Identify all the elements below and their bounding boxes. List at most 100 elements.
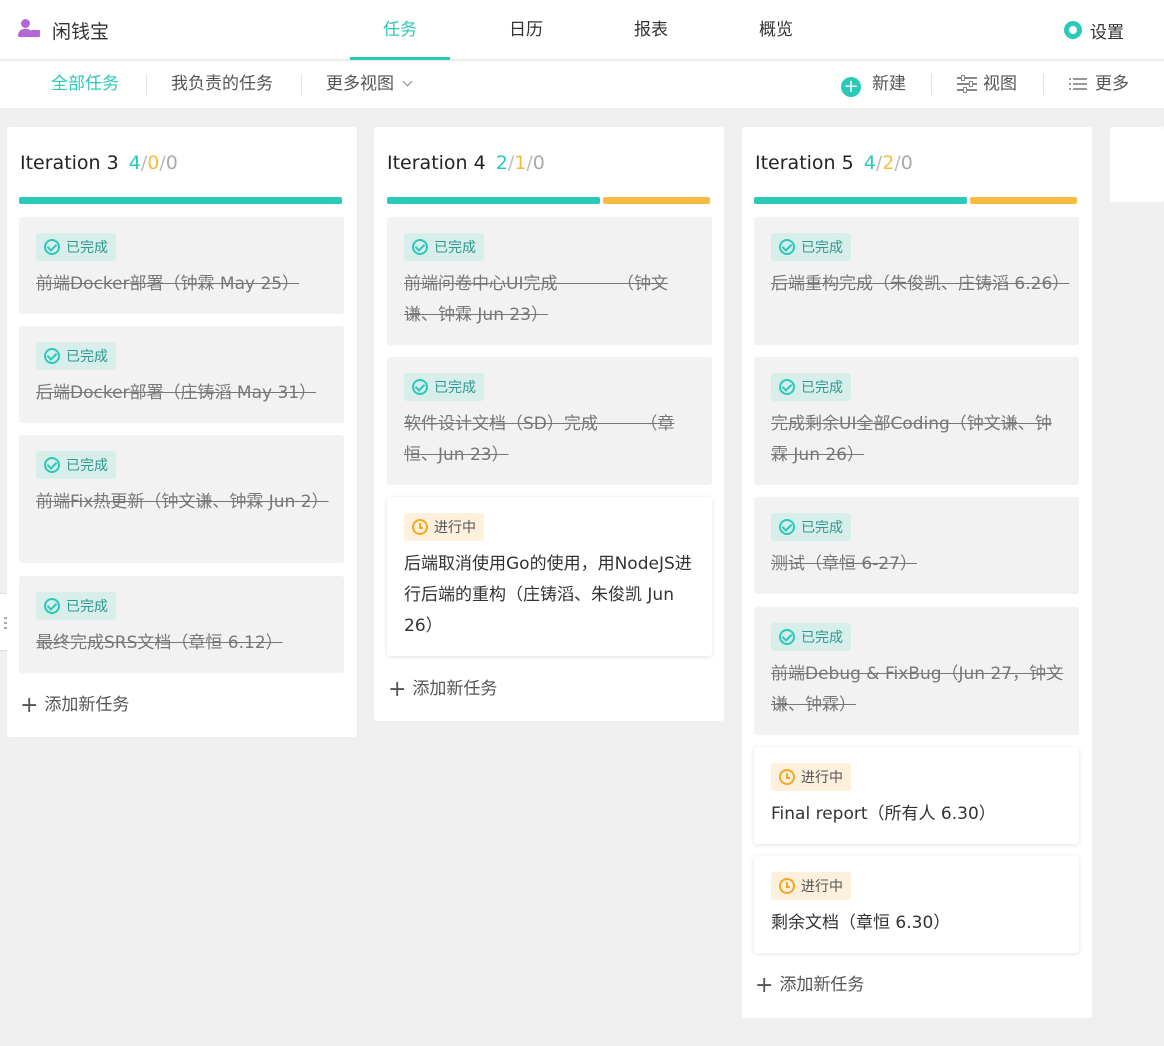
progress-bar xyxy=(387,197,710,204)
status-badge: 已完成 xyxy=(36,342,116,370)
divider xyxy=(931,74,932,95)
in-progress-count: 2 xyxy=(882,152,895,174)
task-card[interactable]: 已完成 后端Docker部署（庄铸滔 May 31） xyxy=(19,326,344,423)
plus-icon: + xyxy=(388,677,407,702)
user-briefcase-icon xyxy=(18,18,42,42)
sliders-icon xyxy=(957,75,977,93)
tab-reports[interactable]: 报表 xyxy=(601,0,701,60)
progress-bar xyxy=(754,197,1077,204)
my-tasks-view[interactable]: 我负责的任务 xyxy=(171,61,273,108)
next-column-stub xyxy=(1110,127,1164,202)
sub-nav-bar: 全部任务 我负责的任务 更多视图 + 新建 视图 更多 xyxy=(0,61,1164,108)
status-badge: 已完成 xyxy=(36,592,116,620)
check-circle-icon xyxy=(779,629,795,645)
done-count: 2 xyxy=(495,152,508,174)
status-badge: 已完成 xyxy=(771,233,851,261)
settings-label: 设置 xyxy=(1090,22,1124,43)
task-card[interactable]: 已完成 前端Docker部署（钟霖 May 25） xyxy=(19,217,344,314)
task-card[interactable]: 已完成 前端Fix热更新（钟文谦、钟霖 Jun 2） xyxy=(19,435,344,563)
iteration-column: Iteration 4 2/1/0 已完成 前端问卷中心UI完成 （钟文谦、钟霖 … xyxy=(374,127,724,721)
task-card[interactable]: 已完成 后端重构完成（朱俊凯、庄铸滔 6.26） xyxy=(754,217,1079,345)
status-badge: 进行中 xyxy=(771,872,851,900)
status-badge: 已完成 xyxy=(36,451,116,479)
divider xyxy=(1043,74,1044,95)
more-views-label: 更多视图 xyxy=(326,74,394,94)
task-counts: 4/0/0 xyxy=(128,152,178,174)
in-progress-count: 0 xyxy=(147,152,160,174)
todo-count: 0 xyxy=(900,152,913,174)
status-badge: 进行中 xyxy=(771,763,851,791)
progress-in-progress xyxy=(603,197,710,204)
plus-icon: + xyxy=(20,693,39,718)
status-badge: 已完成 xyxy=(771,513,851,541)
task-card[interactable]: 进行中 剩余文档（章恒 6.30） xyxy=(754,856,1079,953)
in-progress-count: 1 xyxy=(514,152,527,174)
divider xyxy=(146,74,147,95)
status-badge: 已完成 xyxy=(36,233,116,261)
check-circle-icon xyxy=(44,457,60,473)
progress-in-progress xyxy=(970,197,1077,204)
check-circle-icon xyxy=(779,239,795,255)
task-title: 剩余文档（章恒 6.30） xyxy=(771,913,951,933)
column-header[interactable]: Iteration 5 4/2/0 xyxy=(755,152,913,174)
todo-count: 0 xyxy=(532,152,545,174)
todo-count: 0 xyxy=(165,152,178,174)
done-count: 4 xyxy=(128,152,141,174)
more-button[interactable]: 更多 xyxy=(1069,61,1129,108)
progress-done xyxy=(754,197,967,204)
column-header[interactable]: Iteration 4 2/1/0 xyxy=(387,152,545,174)
view-settings-button[interactable]: 视图 xyxy=(957,61,1017,108)
task-counts: 4/2/0 xyxy=(863,152,913,174)
divider xyxy=(301,74,302,95)
task-card[interactable]: 进行中 后端取消使用Go的使用，用NodeJS进行后端的重构（庄铸滔、朱俊凯 J… xyxy=(387,497,712,656)
column-header[interactable]: Iteration 3 4/0/0 xyxy=(20,152,178,174)
check-circle-icon xyxy=(412,239,428,255)
check-circle-icon xyxy=(44,348,60,364)
task-title: 后端重构完成（朱俊凯、庄铸滔 6.26） xyxy=(771,274,1070,294)
gear-icon xyxy=(1064,21,1082,39)
task-title: 测试（章恒 6-27） xyxy=(771,554,917,574)
task-card[interactable]: 进行中 Final report（所有人 6.30） xyxy=(754,747,1079,844)
done-count: 4 xyxy=(863,152,876,174)
task-title: 完成剩余UI全部Coding（钟文谦、钟霖 Jun 26） xyxy=(771,414,1052,465)
tab-tasks[interactable]: 任务 xyxy=(350,0,450,60)
add-task-button[interactable]: + 添加新任务 xyxy=(388,674,497,702)
column-title: Iteration 3 xyxy=(20,152,119,174)
progress-done xyxy=(19,197,342,204)
task-title: 后端Docker部署（庄铸滔 May 31） xyxy=(36,383,317,403)
check-circle-icon xyxy=(412,379,428,395)
plus-icon: + xyxy=(755,973,774,998)
tab-overview[interactable]: 概览 xyxy=(726,0,826,60)
all-tasks-view[interactable]: 全部任务 xyxy=(51,61,119,108)
task-card[interactable]: 已完成 前端问卷中心UI完成 （钟文谦、钟霖 Jun 23） xyxy=(387,217,712,345)
brand[interactable]: 闲钱宝 xyxy=(18,16,109,44)
tab-calendar[interactable]: 日历 xyxy=(476,0,576,60)
task-card[interactable]: 已完成 最终完成SRS文档（章恒 6.12） xyxy=(19,576,344,673)
check-circle-icon xyxy=(779,519,795,535)
new-task-button[interactable]: + 新建 xyxy=(841,61,906,108)
status-badge: 已完成 xyxy=(404,233,484,261)
task-title: 前端Fix热更新（钟文谦、钟霖 Jun 2） xyxy=(36,492,329,512)
clock-icon xyxy=(779,769,795,785)
status-badge: 进行中 xyxy=(404,513,484,541)
clock-icon xyxy=(779,878,795,894)
more-views-dropdown[interactable]: 更多视图 xyxy=(326,61,413,108)
task-title: 最终完成SRS文档（章恒 6.12） xyxy=(36,633,283,653)
progress-bar xyxy=(19,197,342,204)
top-nav-bar: 闲钱宝 任务 日历 报表 概览 设置 xyxy=(0,0,1164,60)
check-circle-icon xyxy=(44,239,60,255)
task-title: 前端问卷中心UI完成 （钟文谦、钟霖 Jun 23） xyxy=(404,274,668,325)
task-title: Final report（所有人 6.30） xyxy=(771,804,996,824)
task-counts: 2/1/0 xyxy=(495,152,545,174)
task-card[interactable]: 已完成 完成剩余UI全部Coding（钟文谦、钟霖 Jun 26） xyxy=(754,357,1079,485)
task-card[interactable]: 已完成 软件设计文档（SD）完成 （章恒、Jun 23） xyxy=(387,357,712,485)
task-title: 后端取消使用Go的使用，用NodeJS进行后端的重构（庄铸滔、朱俊凯 Jun 2… xyxy=(404,554,692,636)
add-task-button[interactable]: + 添加新任务 xyxy=(755,970,864,998)
task-card[interactable]: 已完成 测试（章恒 6-27） xyxy=(754,497,1079,594)
task-card[interactable]: 已完成 前端Debug & FixBug（Jun 27，钟文谦、钟霖） xyxy=(754,607,1079,735)
task-title: 前端Debug & FixBug（Jun 27，钟文谦、钟霖） xyxy=(771,664,1064,715)
more-label: 更多 xyxy=(1095,74,1129,94)
settings-button[interactable]: 设置 xyxy=(1064,16,1124,44)
view-label: 视图 xyxy=(983,74,1017,94)
add-task-button[interactable]: + 添加新任务 xyxy=(20,690,129,718)
